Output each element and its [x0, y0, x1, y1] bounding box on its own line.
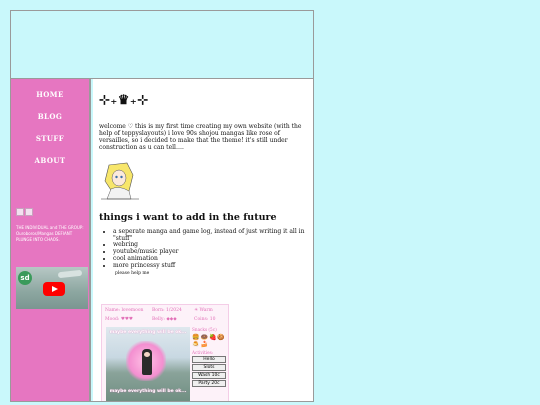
pet-weather: ☀ Warm — [194, 308, 213, 313]
snacks-label: Snacks (5c) — [192, 327, 217, 332]
small-image-icon — [16, 208, 24, 216]
future-section-heading: things i want to add in the future — [99, 212, 277, 223]
main-content: ⊹₊♛₊⊹ welcome ♡ this is my first time cr… — [93, 79, 313, 401]
pet-character — [142, 349, 152, 375]
help-text: please help me — [115, 271, 150, 276]
slots-button[interactable]: Slots — [192, 364, 226, 371]
sidebar-blurb: THE INDIVIDUAL and THE GROUP: Ouroboros/… — [16, 225, 84, 242]
future-list: a seperate manga and game log, instead o… — [99, 228, 313, 270]
nav-stuff-link[interactable]: STUFF — [11, 134, 89, 143]
youtube-video-embed[interactable]: sd — [16, 267, 88, 309]
pet-coins: Coins: 10 — [194, 317, 216, 322]
pet-born: Born: 1/2024 — [152, 308, 182, 313]
page-frame: HOME BLOG STUFF ABOUT THE INDIVIDUAL and… — [10, 10, 314, 402]
pet-caption-top: maybe everything will be ok... — [109, 330, 187, 335]
nav-home-link[interactable]: HOME — [11, 90, 89, 99]
plane-image — [57, 269, 83, 279]
pet-belly: Belly: ◆◆◆ — [152, 317, 177, 322]
activities-label: Activities: — [192, 350, 214, 355]
sidebar-small-icons — [16, 208, 34, 218]
nav-about-link[interactable]: ABOUT — [11, 156, 89, 165]
snack-icons[interactable]: 🍔🍩🍓🍪🍮🍰 — [192, 334, 228, 348]
virtual-pet-widget: Name: lovemoon Born: 1/2024 ☀ Warm Mood:… — [101, 304, 229, 401]
pet-actions-panel: Snacks (5c) 🍔🍩🍓🍪🍮🍰 Activities: Hello Slo… — [192, 327, 228, 387]
wash-button[interactable]: Wash 10c — [192, 372, 226, 379]
pet-scene-image: maybe everything will be ok... maybe eve… — [106, 327, 190, 401]
party-button[interactable]: Party 20c — [192, 380, 226, 387]
sidebar: HOME BLOG STUFF ABOUT THE INDIVIDUAL and… — [11, 79, 91, 401]
channel-avatar[interactable]: sd — [18, 271, 32, 285]
hello-button[interactable]: Hello — [192, 356, 226, 363]
anime-girl-image — [101, 162, 139, 200]
pet-caption-bottom: maybe everything will be ok... — [109, 389, 187, 394]
nav-blog-link[interactable]: BLOG — [11, 112, 89, 121]
pet-name: Name: lovemoon — [105, 308, 144, 313]
list-item: a seperate manga and game log, instead o… — [113, 228, 313, 242]
pet-mood: Mood: ♥♥♥ — [105, 317, 133, 322]
intro-text: welcome ♡ this is my first time creating… — [99, 123, 302, 151]
small-image-icon — [25, 208, 33, 216]
youtube-play-icon[interactable] — [43, 282, 65, 296]
header-banner — [11, 11, 313, 79]
decorative-title: ⊹₊♛₊⊹ — [99, 93, 149, 108]
list-item: more princessy stuff — [113, 262, 313, 270]
